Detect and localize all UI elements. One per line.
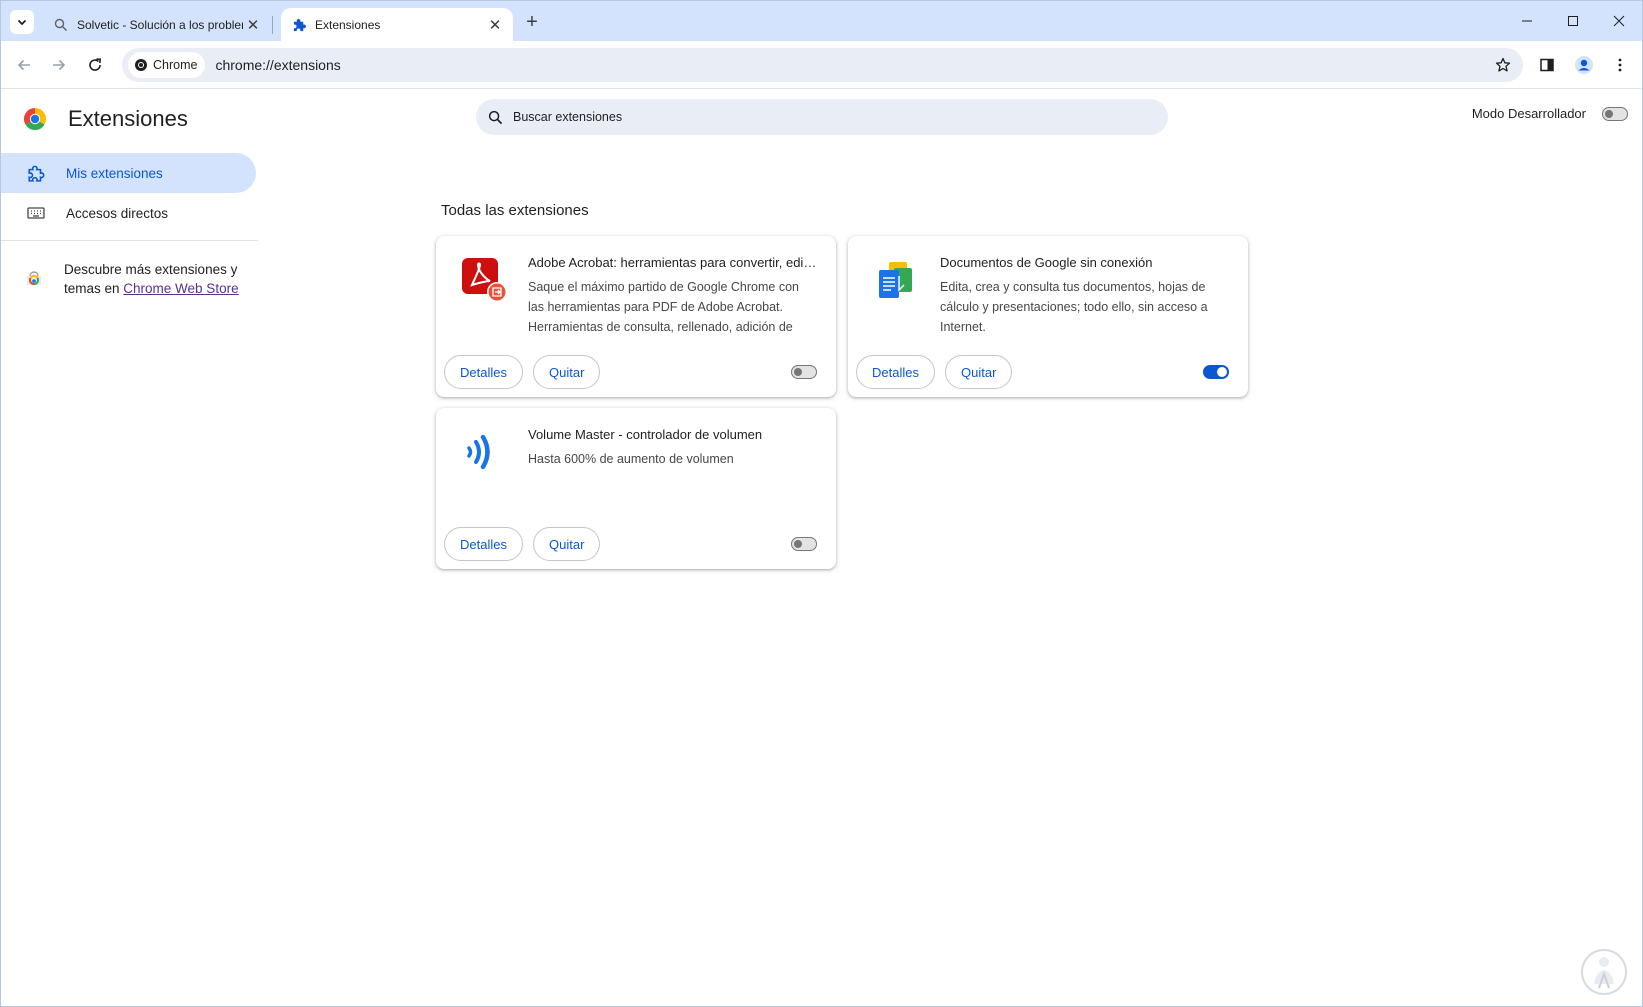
google-docs-offline-icon	[879, 262, 912, 298]
extension-name: Adobe Acrobat: herramientas para convert…	[528, 255, 818, 270]
search-icon	[53, 17, 69, 33]
profile-button[interactable]	[1572, 53, 1596, 77]
extension-description: Edita, crea y consulta tus documentos, h…	[940, 280, 1208, 334]
developer-mode-toggle[interactable]	[1602, 106, 1628, 121]
new-tab-button[interactable]: +	[521, 11, 543, 33]
remove-button[interactable]: Quitar	[533, 527, 601, 561]
close-icon[interactable]: ✕	[485, 15, 505, 35]
tab-strip: Solvetic - Solución a los problemas ✕ Ex…	[1, 1, 1642, 41]
star-icon	[1495, 57, 1511, 72]
extension-name: Documentos de Google sin conexión	[940, 255, 1153, 270]
volume-master-icon	[467, 434, 490, 470]
page-header: Extensiones	[23, 106, 188, 132]
sidebar-item-my-extensions[interactable]: Mis extensiones	[1, 153, 256, 193]
bookmark-star-button[interactable]	[1493, 55, 1513, 75]
close-icon[interactable]: ✕	[243, 15, 263, 35]
back-button[interactable]	[12, 53, 36, 77]
arrow-left-icon	[17, 59, 30, 71]
tab-solvetic[interactable]: Solvetic - Solución a los problemas ✕	[43, 8, 271, 41]
sidebar-divider	[1, 240, 258, 241]
close-window-button[interactable]	[1596, 1, 1642, 41]
chevron-down-icon	[17, 19, 27, 26]
extension-description: Saque el máximo partido de Google Chrome…	[528, 280, 799, 334]
minimize-icon	[1522, 20, 1532, 22]
details-button[interactable]: Detalles	[444, 527, 523, 561]
section-title: Todas las extensiones	[441, 202, 589, 219]
developer-mode: Modo Desarrollador	[1472, 106, 1628, 121]
tab-title: Solvetic - Solución a los problemas	[77, 17, 243, 32]
avatar-icon	[1575, 56, 1593, 74]
sidebar-item-label: Mis extensiones	[66, 165, 163, 181]
details-button[interactable]: Detalles	[444, 355, 523, 389]
page-title: Extensiones	[68, 106, 188, 131]
watermark-logo-icon	[1581, 949, 1627, 995]
tab-search-button[interactable]	[10, 10, 34, 34]
reload-button[interactable]	[83, 53, 107, 77]
search-bar[interactable]	[476, 99, 1168, 135]
search-input[interactable]	[513, 110, 1113, 124]
sidebar-item-shortcuts[interactable]: Accesos directos	[1, 193, 256, 233]
keyboard-icon	[26, 203, 46, 223]
remove-button[interactable]: Quitar	[945, 355, 1013, 389]
more-vertical-icon	[1618, 58, 1622, 72]
webstore-promo: Descubre más extensiones y temas en Chro…	[25, 260, 255, 298]
menu-button[interactable]	[1608, 53, 1632, 77]
close-icon	[1613, 15, 1625, 27]
url-text: chrome://extensions	[215, 57, 341, 73]
extension-card-adobe-acrobat: Adobe Acrobat: herramientas para convert…	[436, 236, 836, 397]
maximize-button[interactable]	[1550, 1, 1596, 41]
arrow-right-icon	[53, 59, 66, 71]
minimize-button[interactable]	[1504, 1, 1550, 41]
address-bar[interactable]: Chrome chrome://extensions	[122, 48, 1523, 82]
side-panel-button[interactable]	[1535, 53, 1559, 77]
extension-enable-toggle[interactable]	[791, 365, 817, 379]
chrome-logo-icon	[23, 108, 47, 131]
side-panel-icon	[1540, 58, 1554, 72]
remove-button[interactable]: Quitar	[533, 355, 601, 389]
chip-label: Chrome	[153, 58, 198, 72]
extension-puzzle-icon	[26, 163, 46, 183]
extension-card-google-docs-offline: Documentos de Google sin conexión Edita,…	[848, 236, 1248, 397]
adobe-acrobat-icon	[462, 258, 507, 302]
chrome-logo-icon	[135, 59, 147, 71]
extensions-page: Extensiones Modo Desarrollador Mis exten…	[1, 90, 1642, 1006]
tab-extensions[interactable]: Extensiones ✕	[281, 8, 513, 41]
webstore-text: Descubre más extensiones y temas en Chro…	[64, 260, 255, 298]
details-button[interactable]: Detalles	[856, 355, 935, 389]
web-store-icon	[27, 271, 41, 286]
chrome-web-store-link[interactable]: Chrome Web Store	[123, 281, 238, 296]
search-icon	[488, 110, 503, 124]
extension-puzzle-icon	[291, 17, 307, 33]
forward-button[interactable]	[47, 53, 71, 77]
extension-enable-toggle[interactable]	[791, 537, 817, 551]
extension-enable-toggle[interactable]	[1203, 365, 1229, 379]
extension-name: Volume Master - controlador de volumen	[528, 427, 763, 442]
sidebar-item-label: Accesos directos	[66, 205, 169, 221]
maximize-icon	[1568, 16, 1578, 26]
tab-title: Extensiones	[315, 17, 381, 32]
reload-icon	[89, 58, 102, 71]
extension-card-volume-master: Volume Master - controlador de volumen H…	[436, 408, 836, 569]
site-info-chip[interactable]: Chrome	[128, 52, 206, 78]
browser-window: Solvetic - Solución a los problemas ✕ Ex…	[0, 0, 1643, 1007]
browser-toolbar: Chrome chrome://extensions	[1, 41, 1642, 89]
extension-description: Hasta 600% de aumento de volumen	[528, 452, 734, 466]
tab-separator	[272, 16, 273, 34]
developer-mode-label: Modo Desarrollador	[1471, 106, 1586, 121]
